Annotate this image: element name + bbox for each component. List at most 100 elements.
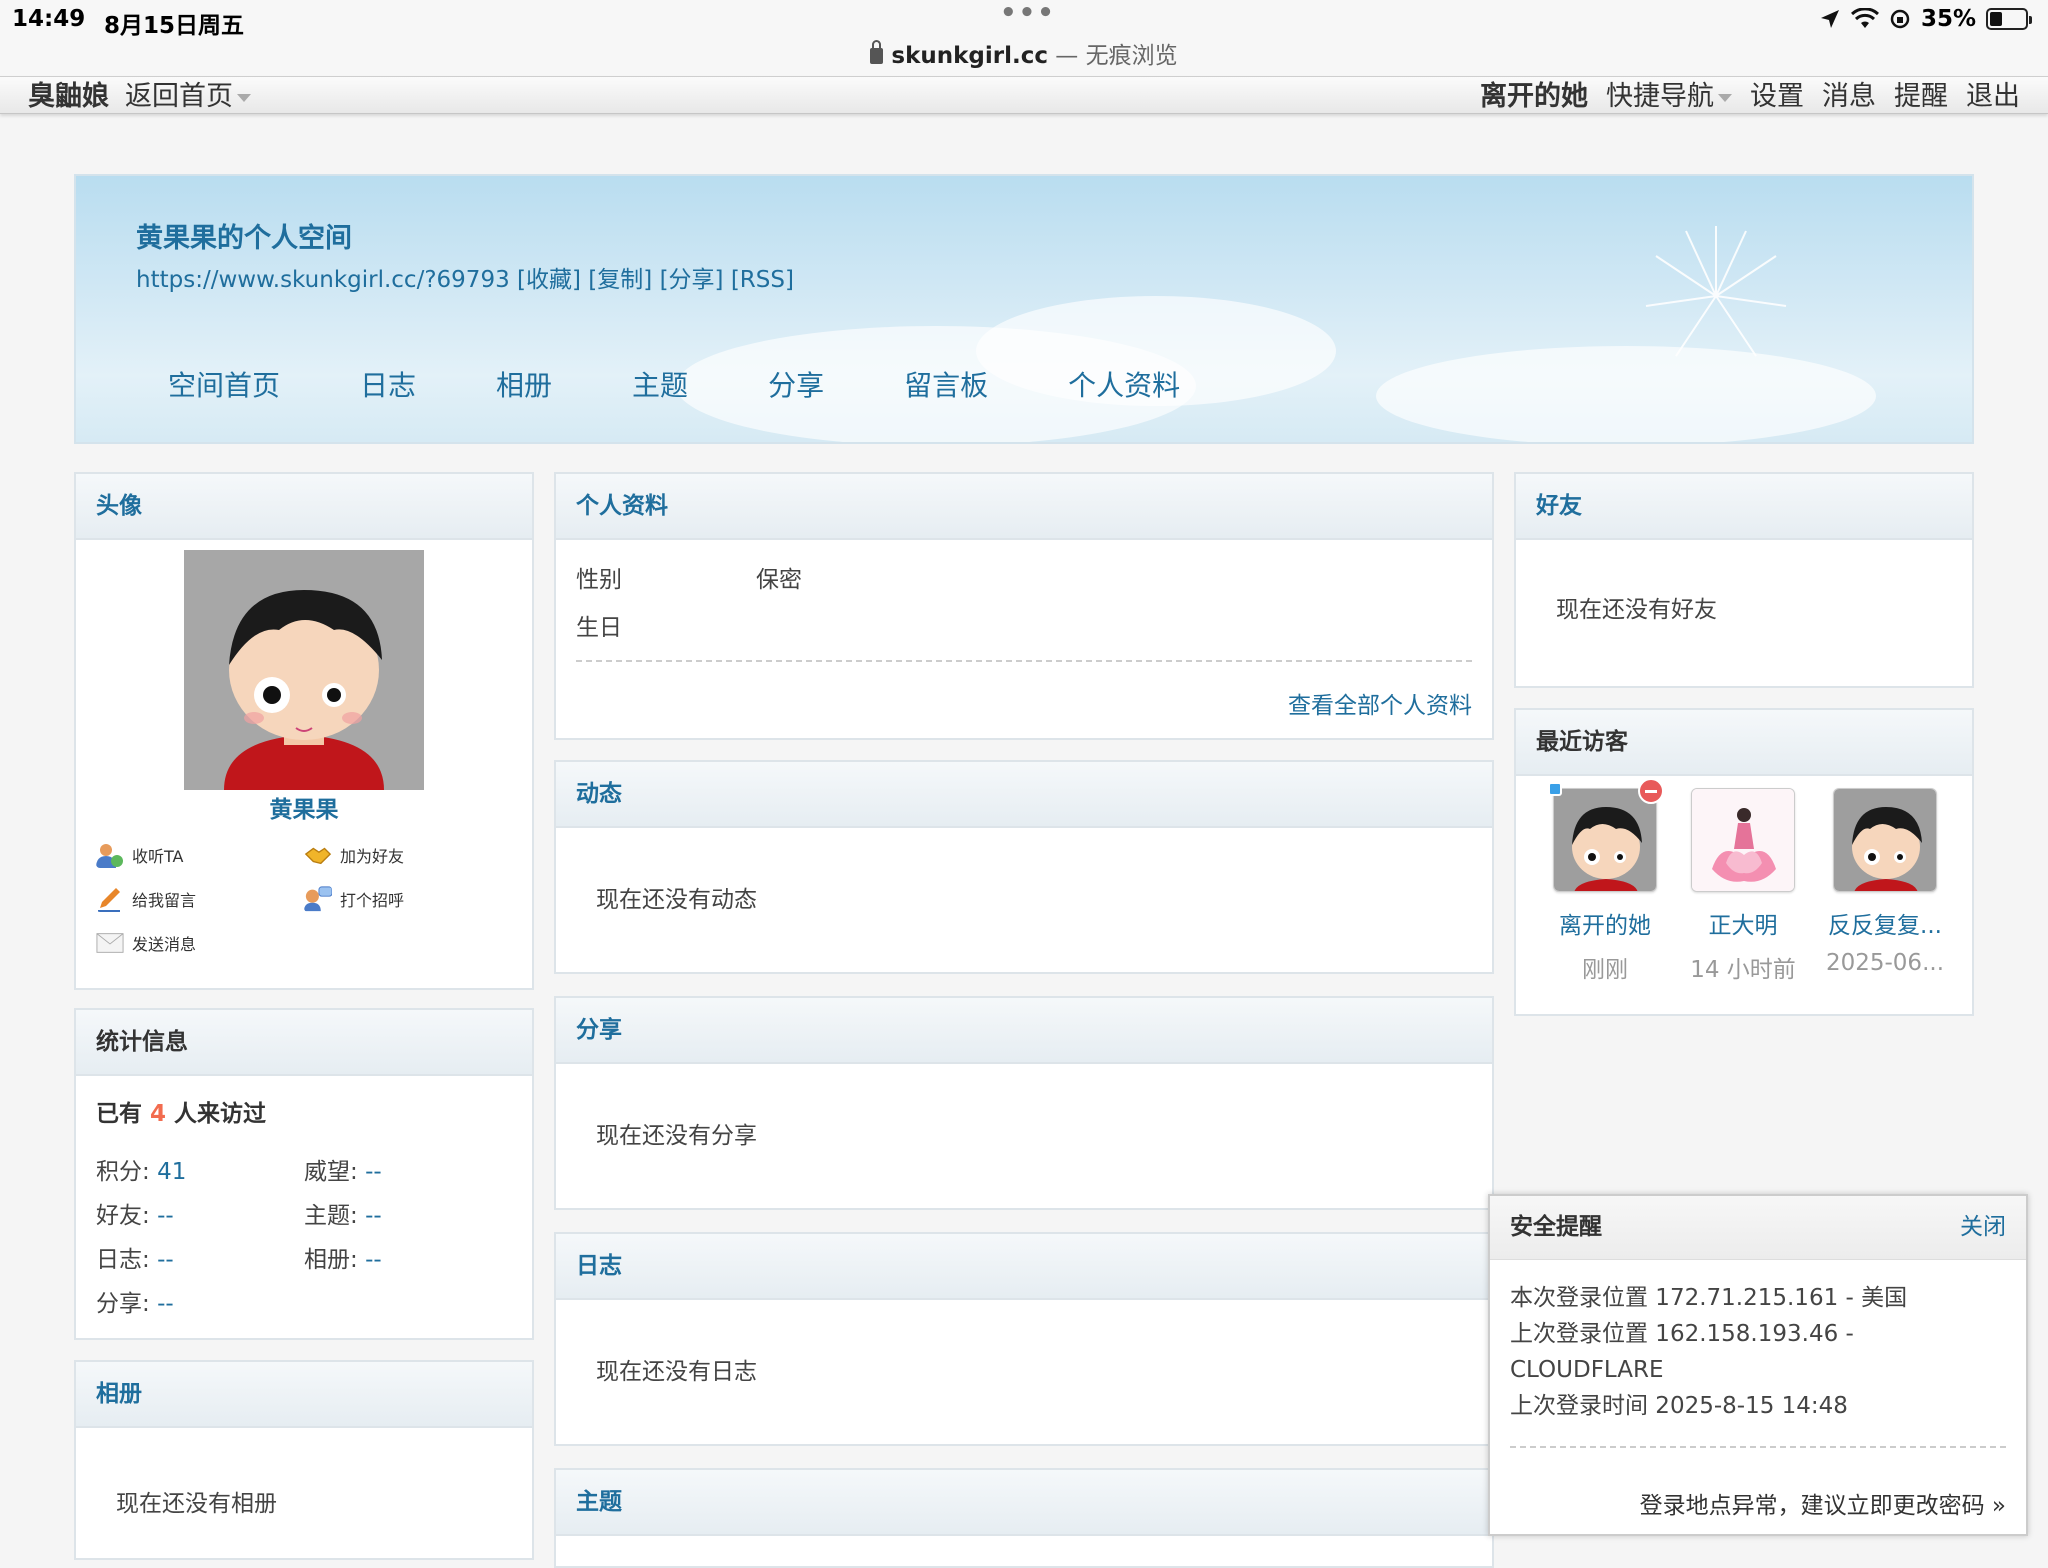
greet-label: 打个招呼 — [340, 891, 405, 910]
nav-share[interactable]: 分享 — [768, 364, 824, 404]
top-nav: 臭鼬娘 返回首页 离开的她 快捷导航 设置 消息 提醒 退出 — [0, 76, 2048, 114]
stat-value[interactable]: -- — [157, 1291, 174, 1317]
visitors-box: 最近访客 离开的她 刚刚 正大明 14 小时前 反反复复... 2025-06.… — [1514, 708, 1974, 1016]
avatar[interactable] — [184, 550, 424, 790]
stat-blogs: 日志: -- — [96, 1240, 174, 1274]
settings-link[interactable]: 设置 — [1750, 74, 1804, 113]
visitor-avatar[interactable] — [1833, 788, 1937, 892]
stat-threads: 主题: -- — [304, 1196, 382, 1230]
remove-visitor-icon[interactable] — [1638, 778, 1664, 804]
greet-action[interactable]: 打个招呼 — [304, 886, 404, 912]
logout-link[interactable]: 退出 — [1966, 74, 2020, 113]
thread-box-title[interactable]: 主题 — [556, 1470, 1492, 1536]
visitor-name[interactable]: 反反复复... — [1822, 906, 1948, 940]
favorite-link[interactable]: [收藏] — [517, 267, 581, 293]
nav-album[interactable]: 相册 — [496, 364, 552, 404]
visitor-time: 刚刚 — [1582, 957, 1628, 983]
lotus-girl-icon — [1692, 789, 1794, 891]
login-location-last-isp: CLOUDFLARE — [1510, 1357, 1664, 1383]
avatar-face-icon — [184, 550, 424, 790]
share-box-title[interactable]: 分享 — [556, 998, 1492, 1064]
stat-value[interactable]: 41 — [157, 1159, 186, 1185]
leave-message-label: 给我留言 — [132, 891, 197, 910]
leave-message-action[interactable]: 给我留言 — [96, 886, 196, 912]
birthday-label: 生日 — [576, 615, 622, 641]
dropdown-arrow-icon — [237, 93, 251, 102]
visitor-name[interactable]: 正大明 — [1690, 906, 1796, 940]
stat-label: 主题: — [304, 1203, 358, 1229]
quick-nav-menu[interactable]: 快捷导航 — [1606, 74, 1732, 113]
envelope-icon — [96, 933, 124, 953]
rss-link[interactable]: [RSS] — [731, 267, 794, 293]
visitors-box-title: 最近访客 — [1516, 710, 1972, 776]
greet-icon — [304, 886, 332, 912]
stat-label: 相册: — [304, 1247, 358, 1273]
visitor-avatar[interactable] — [1553, 788, 1657, 892]
back-home-link[interactable]: 返回首页 — [125, 74, 251, 113]
close-button[interactable]: 关闭 — [1960, 1196, 2006, 1258]
security-alert-popup: 安全提醒 关闭 本次登录位置 172.71.215.161 - 美国 上次登录位… — [1488, 1194, 2028, 1536]
visits-count: 4 — [150, 1101, 167, 1127]
private-mode-label: — 无痕浏览 — [1055, 43, 1178, 69]
url-bar[interactable]: skunkgirl.cc — 无痕浏览 — [0, 36, 2048, 76]
avatar-username[interactable]: 黄果果 — [76, 790, 532, 824]
send-message-action[interactable]: 发送消息 — [96, 930, 196, 956]
nav-profile[interactable]: 个人资料 — [1068, 364, 1180, 404]
album-box-title[interactable]: 相册 — [76, 1362, 532, 1428]
stat-value[interactable]: -- — [365, 1159, 382, 1185]
change-password-link[interactable]: 登录地点异常，建议立即更改密码 » — [1640, 1486, 2006, 1520]
view-all-profile-link[interactable]: 查看全部个人资料 — [1288, 686, 1472, 720]
stat-albums: 相册: -- — [304, 1240, 382, 1274]
feed-box-title[interactable]: 动态 — [556, 762, 1492, 828]
reminders-link[interactable]: 提醒 — [1894, 74, 1948, 113]
stat-value[interactable]: -- — [365, 1203, 382, 1229]
nav-blog[interactable]: 日志 — [360, 364, 416, 404]
stat-label: 日志: — [96, 1247, 150, 1273]
add-friend-action[interactable]: 加为好友 — [304, 842, 404, 868]
visits-prefix: 已有 — [96, 1101, 142, 1127]
messages-link[interactable]: 消息 — [1822, 74, 1876, 113]
stat-value[interactable]: -- — [157, 1203, 174, 1229]
blog-box: 日志 现在还没有日志 — [554, 1232, 1494, 1446]
stat-value[interactable]: -- — [157, 1247, 174, 1273]
space-title[interactable]: 黄果果的个人空间 — [136, 216, 352, 255]
feed-empty-text: 现在还没有动态 — [596, 887, 757, 913]
follow-icon — [96, 844, 123, 868]
copy-link[interactable]: [复制] — [588, 267, 652, 293]
space-banner: 黄果果的个人空间 https://www.skunkgirl.cc/?69793… — [74, 174, 1974, 444]
wifi-icon — [1850, 8, 1879, 28]
username-link[interactable]: 离开的她 — [1480, 74, 1588, 113]
orientation-lock-icon — [1890, 9, 1910, 29]
status-bar: 14:49 8月15日周五 ••• 35% — [0, 0, 2048, 39]
nav-thread[interactable]: 主题 — [632, 364, 688, 404]
follow-action[interactable]: 收听TA — [96, 842, 183, 868]
visitor-avatar[interactable] — [1691, 788, 1795, 892]
status-right: 35% — [1819, 6, 2032, 32]
friends-box: 好友 现在还没有好友 — [1514, 472, 1974, 688]
gender-label: 性别 — [576, 567, 622, 593]
stat-label: 分享: — [96, 1291, 150, 1317]
stat-label: 威望: — [304, 1159, 358, 1185]
nav-space-home[interactable]: 空间首页 — [168, 364, 280, 404]
nav-guestbook[interactable]: 留言板 — [904, 364, 988, 404]
stat-label: 积分: — [96, 1159, 150, 1185]
visitor-time: 14 小时前 — [1690, 957, 1796, 983]
space-url[interactable]: https://www.skunkgirl.cc/?69793 — [136, 267, 510, 293]
stat-value[interactable]: -- — [365, 1247, 382, 1273]
login-location-last: 上次登录位置 162.158.193.46 - — [1510, 1321, 1854, 1347]
multitask-dots-icon[interactable]: ••• — [1000, 0, 1056, 28]
space-url-line: https://www.skunkgirl.cc/?69793 [收藏] [复制… — [136, 260, 794, 294]
blog-box-title[interactable]: 日志 — [556, 1234, 1492, 1300]
cloud-decoration — [1376, 346, 1876, 442]
friends-box-title[interactable]: 好友 — [1516, 474, 1972, 540]
follow-label: 收听TA — [132, 847, 184, 866]
visitor-item[interactable]: 反反复复... 2025-06... — [1822, 788, 1948, 976]
album-box: 相册 现在还没有相册 — [74, 1360, 534, 1560]
visitor-item[interactable]: 正大明 14 小时前 — [1690, 788, 1796, 984]
visitor-name[interactable]: 离开的她 — [1552, 906, 1658, 940]
share-link[interactable]: [分享] — [660, 267, 724, 293]
visitor-item[interactable]: 离开的她 刚刚 — [1548, 778, 1664, 984]
stat-prestige: 威望: -- — [304, 1152, 382, 1186]
site-name-link[interactable]: 臭鼬娘 — [28, 74, 109, 113]
location-icon — [1820, 10, 1839, 28]
